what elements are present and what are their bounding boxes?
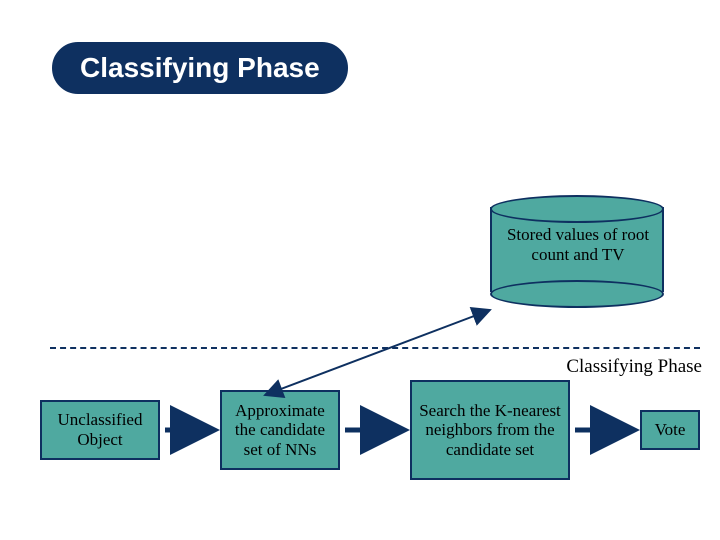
box-approximate-candidate: Approximate the candidate set of NNs	[220, 390, 340, 470]
cylinder-bottom	[490, 280, 664, 308]
cylinder-label: Stored values of root count and TV	[498, 225, 658, 266]
title-badge: Classifying Phase	[50, 40, 350, 96]
cylinder-top	[490, 195, 664, 223]
dashed-divider	[50, 347, 700, 349]
box-unclassified-object: Unclassified Object	[40, 400, 160, 460]
box-search-knn: Search the K-nearest neighbors from the …	[410, 380, 570, 480]
box-vote: Vote	[640, 410, 700, 450]
phase-section-label: Classifying Phase	[566, 356, 702, 378]
